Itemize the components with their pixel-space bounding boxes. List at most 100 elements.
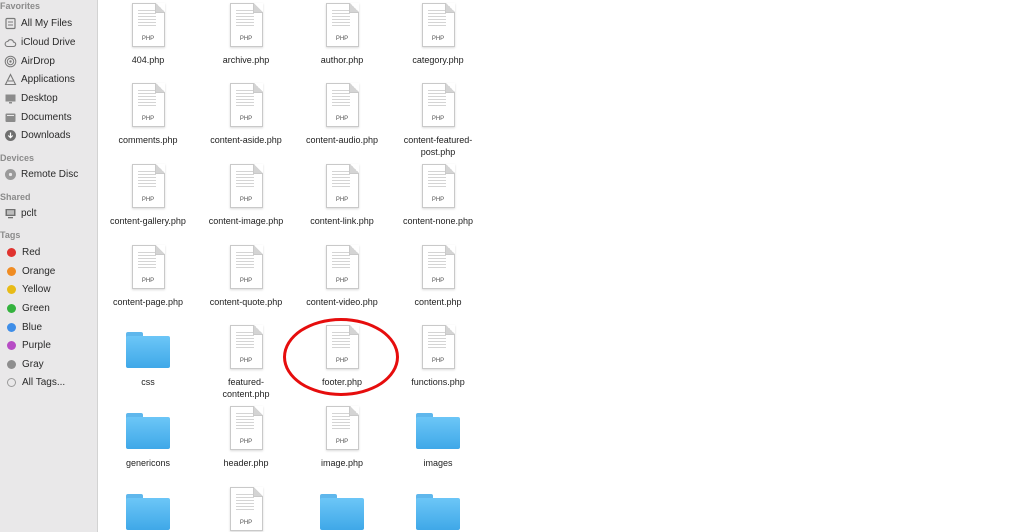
- documents-icon: [4, 111, 17, 124]
- php-file-icon: PHP: [325, 245, 359, 289]
- file-type-badge: PHP: [141, 36, 155, 42]
- sidebar-item-label: All My Files: [21, 17, 73, 29]
- file-type-badge: PHP: [431, 197, 445, 203]
- php-file-icon: PHP: [131, 245, 165, 289]
- file-type-badge: PHP: [335, 197, 349, 203]
- php-file-icon: PHP: [131, 164, 165, 208]
- sidebar-item-desktop[interactable]: Desktop: [4, 89, 96, 107]
- sidebar-item-applications[interactable]: Applications: [4, 70, 96, 88]
- file-type-badge: PHP: [239, 439, 253, 445]
- folder-item[interactable]: css: [100, 323, 196, 388]
- disc-icon: [4, 168, 17, 181]
- php-file-icon: PHP: [421, 245, 455, 289]
- sidebar-tag-green[interactable]: Green: [4, 299, 96, 317]
- file-item[interactable]: PHP category.php: [390, 1, 486, 66]
- sidebar-item-label: Desktop: [21, 92, 58, 104]
- tag-color-icon: [7, 247, 16, 257]
- file-name: featured-content.php: [222, 377, 270, 399]
- php-file-icon: PHP: [131, 83, 165, 127]
- file-item[interactable]: PHP content-gallery.php: [100, 162, 196, 227]
- file-name: genericons: [125, 458, 171, 468]
- file-name: content-image.php: [208, 216, 284, 226]
- file-item[interactable]: PHP content-page.php: [100, 243, 196, 308]
- file-name: content.php: [414, 297, 462, 307]
- file-type-badge: PHP: [335, 116, 349, 122]
- php-file-icon: PHP: [421, 3, 455, 47]
- sidebar: Favorites Devices Shared Tags All My Fil…: [0, 0, 98, 532]
- file-item[interactable]: PHP content-video.php: [294, 243, 390, 308]
- file-item[interactable]: PHP image.php: [294, 404, 390, 469]
- shared-header: Shared: [0, 192, 31, 202]
- php-file-icon: PHP: [229, 487, 263, 531]
- sidebar-tag-gray[interactable]: Gray: [4, 355, 96, 373]
- folder-icon: [416, 413, 460, 449]
- sidebar-item-downloads[interactable]: Downloads: [4, 126, 96, 144]
- file-type-badge: PHP: [141, 116, 155, 122]
- sidebar-item-label: All Tags...: [22, 376, 66, 388]
- sidebar-item-pclt[interactable]: pclt: [4, 204, 96, 222]
- php-file-icon: PHP: [229, 406, 263, 450]
- sidebar-item-airdrop[interactable]: AirDrop: [4, 52, 96, 70]
- file-name: 404.php: [131, 55, 165, 65]
- sidebar-item-documents[interactable]: Documents: [4, 108, 96, 126]
- file-item[interactable]: PHP content-quote.php: [198, 243, 294, 308]
- file-item[interactable]: PHP featured-content.php: [198, 323, 294, 400]
- sidebar-item-label: Documents: [21, 111, 72, 123]
- all-files-icon: [4, 17, 17, 30]
- sidebar-tag-yellow[interactable]: Yellow: [4, 280, 96, 298]
- file-name: content-page.php: [112, 297, 184, 307]
- file-type-badge: PHP: [431, 116, 445, 122]
- downloads-icon: [4, 129, 17, 142]
- file-item[interactable]: PHP header.php: [198, 404, 294, 469]
- file-item[interactable]: PHP archive.php: [198, 1, 294, 66]
- tag-color-icon: [7, 266, 16, 276]
- sidebar-item-label: Yellow: [22, 283, 51, 295]
- file-type-badge: PHP: [239, 358, 253, 364]
- file-type-badge: PHP: [239, 197, 253, 203]
- file-type-badge: PHP: [431, 358, 445, 364]
- sidebar-tag-purple[interactable]: Purple: [4, 336, 96, 354]
- file-item[interactable]: PHP content-none.php: [390, 162, 486, 227]
- file-type-badge: PHP: [431, 278, 445, 284]
- sidebar-item-all-my-files[interactable]: All My Files: [4, 14, 96, 32]
- file-item[interactable]: PHP content-image.php: [198, 162, 294, 227]
- sidebar-tag-orange[interactable]: Orange: [4, 262, 96, 280]
- sidebar-item-remote-disc[interactable]: Remote Disc: [4, 165, 96, 183]
- file-item[interactable]: PHP comments.php: [100, 81, 196, 146]
- file-type-badge: PHP: [141, 278, 155, 284]
- folder-item[interactable]: images: [390, 404, 486, 469]
- file-item[interactable]: PHP: [198, 485, 294, 532]
- tag-color-icon: [7, 377, 16, 387]
- folder-item[interactable]: [100, 485, 196, 532]
- file-item[interactable]: PHP author.php: [294, 1, 390, 66]
- folder-item[interactable]: [390, 485, 486, 532]
- file-type-badge: PHP: [239, 278, 253, 284]
- file-name: archive.php: [222, 55, 270, 65]
- php-file-icon: PHP: [229, 83, 263, 127]
- file-item[interactable]: PHP content.php: [390, 243, 486, 308]
- sidebar-item-label: Applications: [21, 73, 75, 85]
- php-file-icon: PHP: [421, 164, 455, 208]
- file-item[interactable]: PHP content-audio.php: [294, 81, 390, 146]
- folder-item[interactable]: genericons: [100, 404, 196, 469]
- folder-item[interactable]: [294, 485, 390, 532]
- file-item[interactable]: PHP content-link.php: [294, 162, 390, 227]
- sidebar-tag-red[interactable]: Red: [4, 243, 96, 261]
- file-item[interactable]: PHP content-featured-post.php: [390, 81, 486, 158]
- file-item[interactable]: PHP functions.php: [390, 323, 486, 388]
- sidebar-item-label: Purple: [22, 339, 51, 351]
- php-file-icon: PHP: [229, 3, 263, 47]
- file-item[interactable]: PHP content-aside.php: [198, 81, 294, 146]
- sidebar-item-label: AirDrop: [21, 55, 55, 67]
- sidebar-tag-blue[interactable]: Blue: [4, 318, 96, 336]
- file-item[interactable]: PHP 404.php: [100, 1, 196, 66]
- sidebar-item-icloud-drive[interactable]: iCloud Drive: [4, 33, 96, 51]
- file-name: content-featured-post.php: [403, 135, 473, 157]
- file-name: content-audio.php: [305, 135, 379, 145]
- tag-color-icon: [7, 322, 16, 332]
- file-name: content-quote.php: [209, 297, 283, 307]
- sidebar-tag-all-tags[interactable]: All Tags...: [4, 373, 96, 391]
- applications-icon: [4, 72, 17, 86]
- highlight-circle: [283, 318, 399, 396]
- file-name: header.php: [223, 458, 269, 468]
